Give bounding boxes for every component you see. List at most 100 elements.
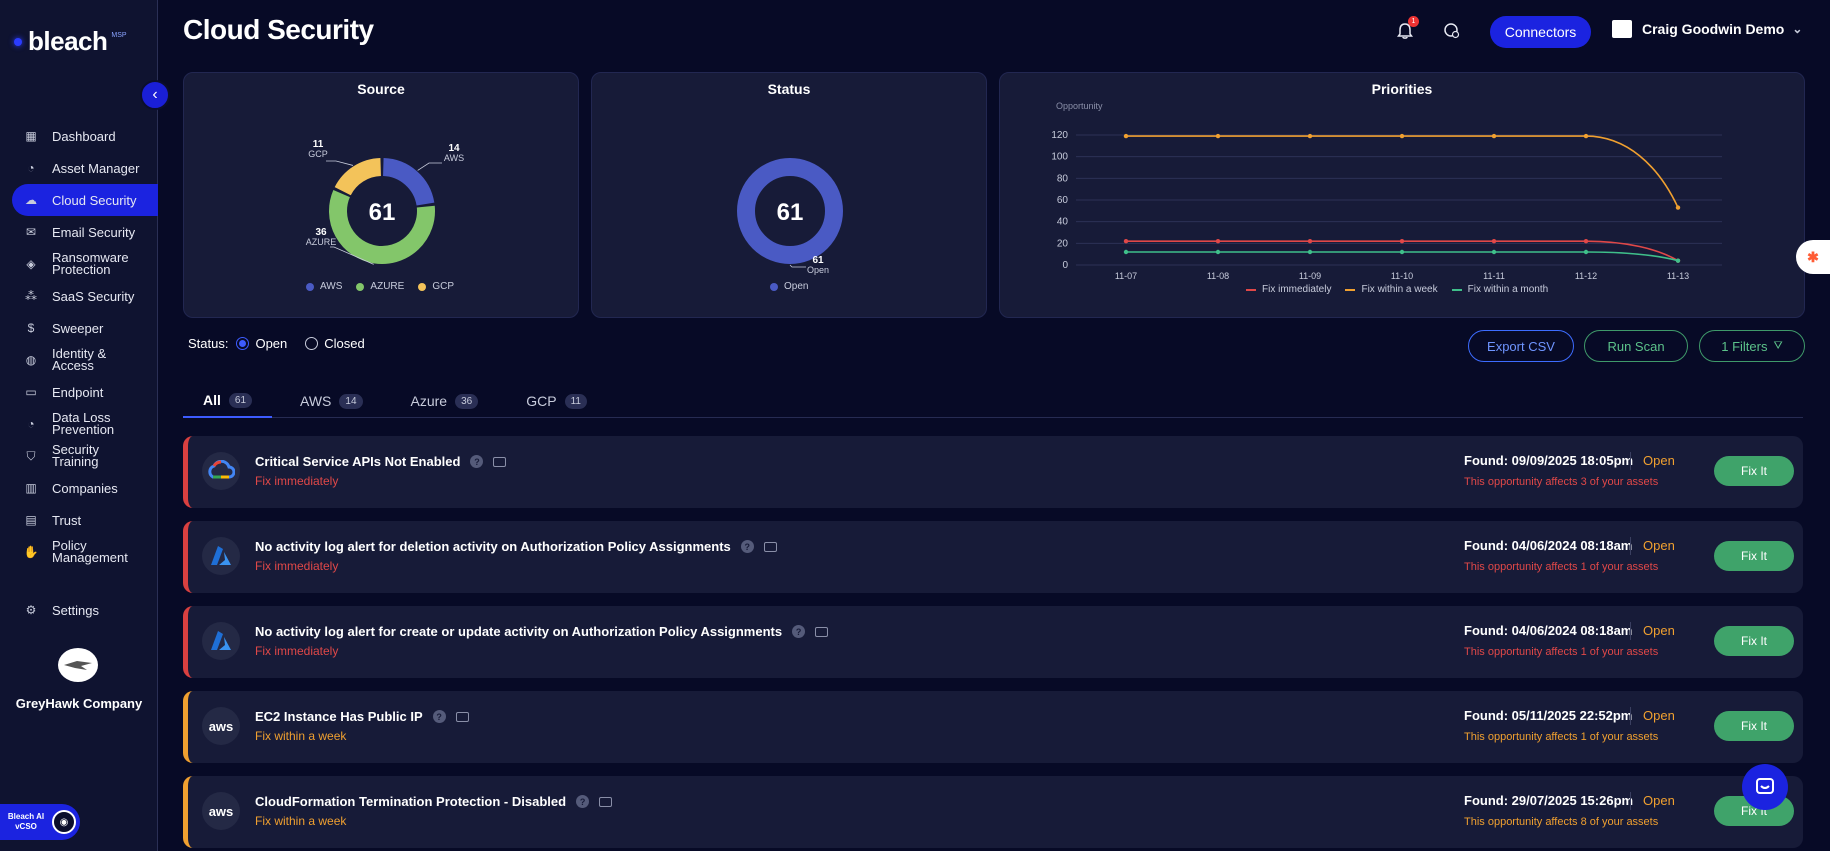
data-point[interactable] [1307, 238, 1313, 244]
closed-radio-label[interactable]: Closed [324, 336, 364, 351]
data-point[interactable] [1583, 133, 1589, 139]
filters-button[interactable]: 1 Filters ⛛ [1699, 330, 1805, 362]
finding-title-text: No activity log alert for create or upda… [255, 624, 783, 639]
id-card-icon[interactable] [455, 711, 469, 722]
fix-it-button[interactable]: Fix It [1714, 456, 1794, 486]
tab-aws[interactable]: AWS 14 [280, 384, 383, 418]
finding-row[interactable]: aws CloudFormation Termination Protection… [183, 776, 1803, 848]
data-point[interactable] [1399, 238, 1405, 244]
connectors-button[interactable]: Connectors [1490, 16, 1591, 48]
hubspot-icon[interactable]: ✱ [1796, 240, 1830, 274]
data-point[interactable] [1491, 249, 1497, 255]
finding-row[interactable]: No activity log alert for create or upda… [183, 606, 1803, 678]
run-scan-button[interactable]: Run Scan [1584, 330, 1688, 362]
tab-all[interactable]: All 61 [183, 384, 273, 418]
sidebar-item-settings[interactable]: ⚙ Settings [0, 594, 158, 626]
legend-swatch [356, 282, 365, 291]
id-card-icon[interactable] [815, 626, 829, 637]
sidebar-item-companies[interactable]: ▥ Companies [0, 472, 158, 504]
series-line[interactable] [1126, 135, 1679, 208]
finding-row[interactable]: Critical Service APIs Not Enabled? Fix im… [183, 436, 1803, 508]
bleach-logo[interactable]: bleach MSP [14, 26, 127, 57]
finding-title[interactable]: No activity log alert for deletion activ… [255, 539, 777, 554]
fix-it-button[interactable]: Fix It [1714, 711, 1794, 741]
source-donut-chart: 14AWS36AZURE11GCP61 [306, 139, 464, 265]
data-point[interactable] [1307, 249, 1313, 255]
legend-item[interactable]: AZURE [356, 281, 404, 292]
bleach-ai-button[interactable]: Bleach AI vCSO ◉ [0, 804, 80, 840]
open-radio[interactable] [236, 337, 250, 350]
donut-slice-gcp[interactable] [334, 158, 382, 196]
data-point[interactable] [1123, 133, 1129, 139]
finding-row[interactable]: aws EC2 Instance Has Public IP? Fix within… [183, 691, 1803, 763]
data-point[interactable] [1215, 238, 1221, 244]
data-point[interactable] [1583, 249, 1589, 255]
chat-button[interactable] [1742, 764, 1788, 810]
id-card-icon[interactable] [493, 456, 507, 467]
tab-azure[interactable]: Azure 36 [391, 384, 499, 418]
sidebar-item-ransomware-protection[interactable]: ◈ Ransomware Protection [0, 248, 158, 280]
data-point[interactable] [1583, 238, 1589, 244]
legend-item[interactable]: Fix within a month [1451, 284, 1548, 295]
settings-search-button[interactable] [1441, 20, 1463, 42]
help-icon[interactable]: ? [792, 625, 806, 638]
finding-priority: Fix within a week [255, 729, 347, 743]
id-card-icon[interactable] [763, 541, 777, 552]
finding-title[interactable]: No activity log alert for create or upda… [255, 624, 829, 639]
finding-row[interactable]: No activity log alert for deletion activ… [183, 521, 1803, 593]
sidebar-item-saas-security[interactable]: ⁂ SaaS Security [0, 280, 158, 312]
sidebar-item-data-loss-prevention[interactable]: ◔ Data Loss Prevention [0, 408, 158, 440]
help-icon[interactable]: ? [740, 540, 754, 553]
data-point[interactable] [1215, 133, 1221, 139]
sidebar-item-email-security[interactable]: ✉ Email Security [0, 216, 158, 248]
finding-affects: This opportunity affects 1 of your asset… [1464, 731, 1659, 743]
export-csv-button[interactable]: Export CSV [1468, 330, 1574, 362]
notification-button[interactable]: 1 [1394, 16, 1419, 42]
sidebar-item-trust[interactable]: ▤ Trust [0, 504, 158, 536]
tab-gcp[interactable]: GCP 11 [506, 384, 607, 418]
data-point[interactable] [1675, 205, 1681, 210]
open-radio-label[interactable]: Open [255, 336, 287, 351]
data-point[interactable] [1123, 238, 1129, 244]
data-point[interactable] [1307, 133, 1313, 139]
data-point[interactable] [1215, 249, 1221, 255]
donut-total: 61 [777, 199, 804, 226]
page-title: Cloud Security [183, 14, 374, 45]
data-point[interactable] [1675, 258, 1681, 263]
legend-label: AZURE [370, 281, 405, 292]
id-card-icon[interactable] [599, 796, 613, 807]
sidebar-item-cloud-security[interactable]: ☁ Cloud Security [12, 184, 158, 216]
data-point[interactable] [1399, 133, 1405, 139]
legend-item[interactable]: Fix immediately [1246, 284, 1331, 295]
finding-title[interactable]: EC2 Instance Has Public IP? [255, 709, 469, 724]
sidebar-item-sweeper[interactable]: $ Sweeper [0, 312, 158, 344]
finding-title[interactable]: Critical Service APIs Not Enabled? [255, 454, 507, 469]
finding-found-date: Found: 04/06/2024 08:18am [1464, 538, 1633, 553]
legend-item[interactable]: GCP [418, 281, 454, 292]
sidebar-item-dashboard[interactable]: ▦ Dashboard [0, 120, 158, 152]
sidebar-item-endpoint[interactable]: ▭ Endpoint [0, 376, 158, 408]
fix-it-button[interactable]: Fix It [1714, 541, 1794, 571]
sidebar-item-asset-manager[interactable]: ◔ Asset Manager [0, 152, 158, 184]
help-icon[interactable]: ? [432, 710, 446, 723]
help-icon[interactable]: ? [470, 455, 484, 468]
finding-affects: This opportunity affects 1 of your asset… [1464, 561, 1659, 573]
legend-item[interactable]: Fix within a week [1345, 284, 1438, 295]
status-card-title: Status [767, 81, 811, 97]
user-menu[interactable]: Craig Goodwin Demo ⌄ [1612, 20, 1802, 38]
data-point[interactable] [1491, 133, 1497, 139]
data-point[interactable] [1491, 238, 1497, 244]
data-point[interactable] [1123, 249, 1129, 255]
sidebar-item-identity-access[interactable]: ◍ Identity & Access [0, 344, 158, 376]
donut-slice-label: Open [807, 265, 829, 275]
help-icon[interactable]: ? [576, 795, 590, 808]
finding-title[interactable]: CloudFormation Termination Protection - … [255, 794, 613, 809]
collapse-sidebar-button[interactable]: ‹ [140, 80, 170, 110]
sidebar-item-policy-management[interactable]: ✋ Policy Management [0, 536, 158, 568]
data-point[interactable] [1399, 249, 1405, 255]
legend-item[interactable]: Open [770, 281, 808, 292]
fix-it-button[interactable]: Fix It [1714, 626, 1794, 656]
legend-item[interactable]: AWS [306, 281, 342, 292]
sidebar-item-security-training[interactable]: ⛉ Security Training [0, 440, 158, 472]
closed-radio[interactable] [305, 337, 319, 350]
